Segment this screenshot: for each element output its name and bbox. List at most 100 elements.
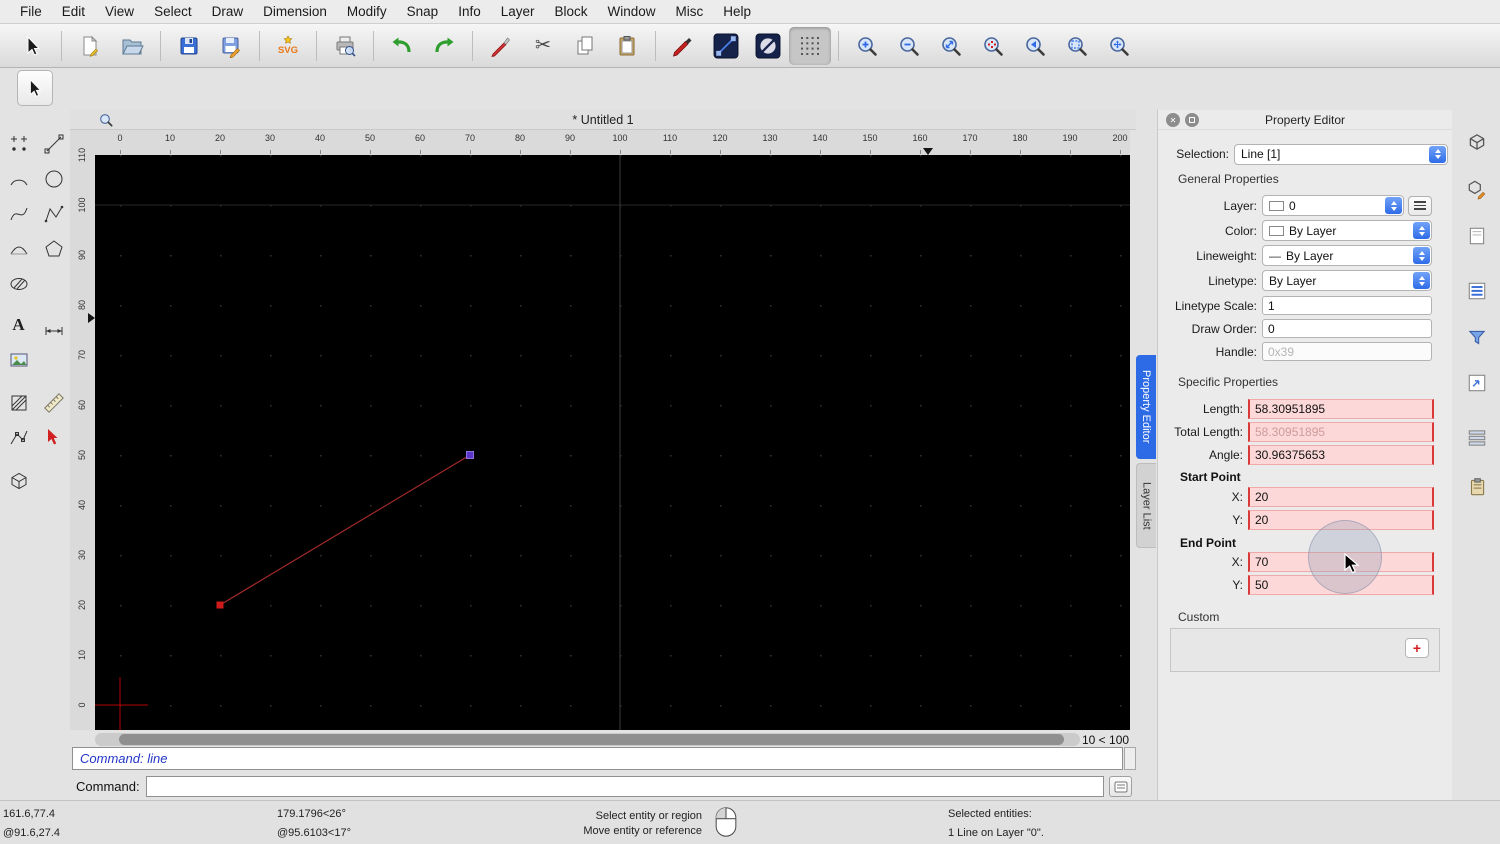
undo-button[interactable] — [381, 27, 423, 65]
dock-layer-list-button[interactable] — [1457, 418, 1496, 457]
menu-item[interactable]: Misc — [666, 0, 714, 24]
copy-icon — [577, 36, 593, 54]
tab-layer-list[interactable]: Layer List — [1136, 463, 1156, 548]
panel-float-button[interactable] — [1185, 113, 1199, 127]
text-tool-button[interactable]: A — [2, 308, 35, 341]
current-tool-button[interactable] — [17, 70, 53, 106]
curve-tool-button[interactable] — [2, 232, 35, 265]
zoom-in-button[interactable] — [846, 27, 888, 65]
command-history-scrollbar[interactable] — [1124, 747, 1136, 770]
polyline-edit-tool-button[interactable] — [2, 421, 35, 454]
command-input[interactable] — [146, 776, 1104, 797]
pen-edit-button[interactable] — [663, 27, 705, 65]
draw-order-input[interactable]: 0 — [1262, 319, 1432, 338]
tab-property-editor[interactable]: Property Editor — [1136, 355, 1156, 459]
dock-library-browser-button[interactable] — [1457, 169, 1496, 208]
horizontal-scrollbar[interactable] — [95, 733, 1080, 746]
points-tool-button[interactable] — [2, 127, 35, 160]
arc-tool-button[interactable] — [2, 162, 35, 195]
menu-item[interactable]: Snap — [397, 0, 449, 24]
dock-block-list-button[interactable] — [1457, 122, 1496, 161]
grid-toggle-button[interactable] — [789, 26, 831, 65]
delete-entity-button[interactable] — [480, 27, 522, 65]
line-tool-button[interactable] — [37, 127, 70, 160]
zoom-out-button[interactable] — [888, 27, 930, 65]
menu-item[interactable]: Window — [598, 0, 666, 24]
menu-item[interactable]: Modify — [337, 0, 397, 24]
snap-endpoint-icon — [713, 33, 739, 58]
dock-command-widget-button[interactable] — [1457, 216, 1496, 255]
add-custom-property-button[interactable]: + — [1405, 638, 1429, 658]
zoom-previous-button[interactable] — [1014, 27, 1056, 65]
vruler-tick-label: 50 — [77, 450, 87, 461]
angle-input[interactable]: 30.96375653 — [1248, 444, 1434, 465]
polar-absolute: 179.1796<26° — [277, 808, 346, 820]
length-input[interactable]: 58.30951895 — [1248, 398, 1434, 419]
zoom-auto-button[interactable] — [930, 27, 972, 65]
copy-button[interactable] — [564, 27, 606, 65]
snap-free-button[interactable] — [747, 27, 789, 65]
new-document-button[interactable] — [69, 27, 111, 65]
polygon-tool-button[interactable] — [37, 232, 70, 265]
snap-endpoint-button[interactable] — [705, 27, 747, 65]
layer-combobox[interactable]: 0 — [1262, 195, 1404, 216]
menu-item[interactable]: Help — [713, 0, 761, 24]
zoom-pan-button[interactable] — [1098, 27, 1140, 65]
custom-properties-box: + — [1170, 628, 1440, 672]
spline-tool-button[interactable] — [2, 197, 35, 230]
modify-tool-button[interactable] — [37, 421, 70, 454]
dock-layer-tree-button[interactable] — [1457, 467, 1496, 506]
text-icon: A — [12, 314, 25, 334]
hruler-tick-label: 150 — [862, 133, 878, 143]
zoom-window-button[interactable] — [1056, 27, 1098, 65]
panel-close-button[interactable]: ✕ — [1166, 113, 1180, 127]
dimension-tool-button[interactable] — [37, 308, 70, 341]
menu-item[interactable]: Block — [545, 0, 598, 24]
menu-item[interactable]: Select — [144, 0, 202, 24]
circle-tool-button[interactable] — [37, 162, 70, 195]
menu-item[interactable]: Draw — [202, 0, 254, 24]
dock-property-editor-button[interactable] — [1457, 271, 1496, 310]
save-button[interactable] — [168, 27, 210, 65]
command-history[interactable]: Command: line — [72, 747, 1123, 770]
export-svg-button[interactable]: SVG — [267, 27, 309, 65]
open-file-button[interactable] — [111, 27, 153, 65]
print-preview-button[interactable] — [324, 27, 366, 65]
color-combobox[interactable]: By Layer — [1262, 220, 1432, 241]
menu-item[interactable]: File — [10, 0, 52, 24]
cut-button[interactable]: ✂ — [522, 27, 564, 65]
ellipse-tool-button[interactable] — [2, 267, 35, 300]
line-start-handle[interactable] — [216, 601, 224, 609]
lineweight-combobox[interactable]: — By Layer — [1262, 245, 1432, 266]
menu-item[interactable]: Edit — [52, 0, 95, 24]
paste-button[interactable] — [606, 27, 648, 65]
line-end-handle[interactable] — [466, 451, 474, 459]
save-as-button[interactable] — [210, 27, 252, 65]
linetype-scale-input[interactable]: 1 — [1262, 296, 1432, 315]
menu-item[interactable]: Layer — [491, 0, 545, 24]
redo-button[interactable] — [423, 27, 465, 65]
start-x-input[interactable]: 20 — [1248, 486, 1434, 507]
dock-filter-button[interactable] — [1457, 318, 1496, 357]
layer-menu-button[interactable] — [1408, 195, 1432, 216]
command-options-button[interactable] — [1109, 776, 1132, 797]
measure-tool-button[interactable] — [37, 386, 70, 419]
zoom-pan-icon — [1107, 34, 1131, 58]
menu-item[interactable]: Dimension — [253, 0, 337, 24]
menu-item[interactable]: Info — [448, 0, 491, 24]
image-tool-button[interactable] — [2, 343, 35, 376]
command-prompt-label: Command: — [76, 779, 140, 794]
dock-quick-info-button[interactable] — [1457, 363, 1496, 402]
drawing-canvas[interactable] — [95, 155, 1130, 730]
zoom-redraw-button[interactable] — [972, 27, 1014, 65]
select-tool-button[interactable] — [12, 27, 54, 65]
linetype-combobox[interactable]: By Layer — [1262, 270, 1432, 291]
solids-tool-button[interactable] — [2, 464, 35, 497]
hruler-tick-label: 130 — [762, 133, 778, 143]
menu-item[interactable]: View — [95, 0, 144, 24]
selection-combobox[interactable]: Line [1] — [1234, 143, 1448, 165]
horizontal-scrollbar-thumb[interactable] — [119, 734, 1064, 745]
polyline-tool-button[interactable] — [37, 197, 70, 230]
hatch-tool-button[interactable] — [2, 386, 35, 419]
stepper-icon — [1385, 197, 1402, 214]
